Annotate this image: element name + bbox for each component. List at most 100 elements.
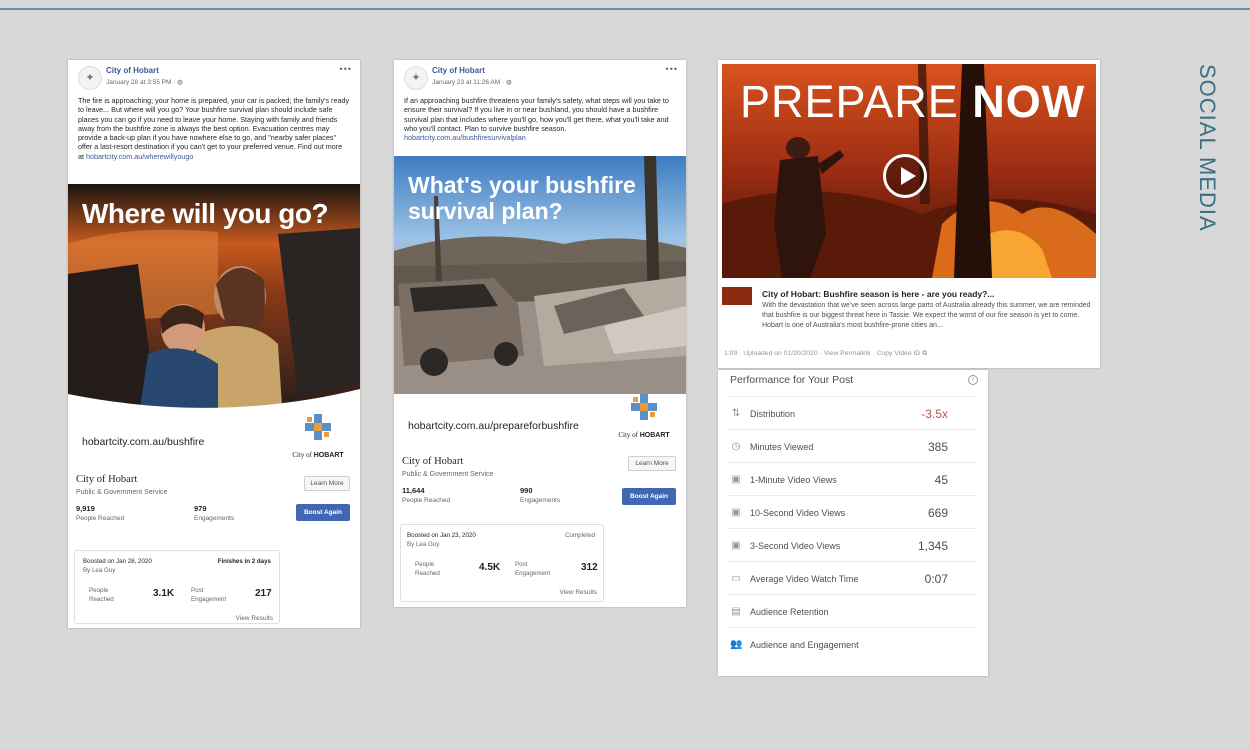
boost-again-button[interactable]: Boost Again [622, 488, 676, 505]
post-header: ✦ City of Hobart January 23 at 11:26 AM … [394, 60, 686, 96]
metric-row[interactable]: ▤ Audience Retention [728, 594, 976, 627]
boost-summary: Boosted on Jan 28, 2020 By Lea Guy Finis… [74, 550, 280, 624]
boost-summary: Boosted on Jan 23, 2020 By Lea Guy Compl… [400, 524, 604, 602]
video-player[interactable]: PREPARE NOW [722, 64, 1096, 278]
info-icon[interactable]: i [968, 375, 978, 385]
link-preview[interactable]: hobartcity.com.au/prepareforbushfire Cit… [394, 394, 686, 450]
image-headline: What's your bushfire survival plan? [408, 172, 636, 224]
performance-panel: Performance for Your Post i ⇅ Distributio… [718, 370, 988, 676]
post-engagement-value: 312 [581, 562, 598, 573]
video-small-thumbnail[interactable] [722, 287, 752, 305]
metric-row[interactable]: ▭ Average Video Watch Time 0:07 [728, 561, 976, 594]
boost-status: Completed [565, 532, 595, 539]
page-name[interactable]: City of Hobart [402, 456, 463, 467]
post-text: If an approaching bushfire threatens you… [404, 96, 669, 143]
hobart-logo: City of HOBART [286, 414, 350, 462]
page-category: Public & Government Service [76, 489, 168, 496]
more-options-icon[interactable]: ••• [666, 64, 678, 74]
page-category: Public & Government Service [402, 471, 494, 478]
audience-icon: 👥 [730, 639, 743, 650]
more-options-icon[interactable]: ••• [340, 64, 352, 74]
view-results-link[interactable]: View Results [560, 589, 597, 596]
post-text: The fire is approaching; your home is pr… [78, 96, 350, 161]
metric-value: 385 [927, 440, 948, 454]
post-stats: 11,644 People Reached 990 Engagements Bo… [394, 482, 686, 512]
engagements-label: Engagements [194, 515, 235, 522]
page-name-link[interactable]: City of Hobart [432, 66, 485, 75]
metric-value: 45 [934, 473, 948, 487]
watch-time-icon: ▭ [731, 573, 741, 584]
metric-row[interactable]: ▣ 3-Second Video Views 1,345 [728, 528, 976, 561]
engagements-value: 990 [520, 486, 533, 495]
page-name-link[interactable]: City of Hobart [106, 66, 159, 75]
link-preview[interactable]: hobartcity.com.au/bushfire City of HOBAR… [68, 414, 360, 472]
hobart-logo: City of HOBART [612, 394, 676, 442]
slide-title: SOCIAL MEDIA [1195, 64, 1220, 232]
people-reached-label: People Reached [76, 515, 125, 522]
video-meta: 1:09 · Uploaded on 01/20/2020 · View Per… [724, 350, 927, 357]
post-label: Post [191, 587, 204, 594]
post-date: January 28 at 3:55 PM · ◍ [106, 79, 183, 86]
learn-more-button[interactable]: Learn More [304, 476, 350, 491]
metric-label: Audience and Engagement [750, 640, 859, 650]
page-name[interactable]: City of Hobart [76, 474, 137, 485]
view-results-link[interactable]: View Results [236, 615, 273, 622]
video-title[interactable]: City of Hobart: Bushfire season is here … [762, 289, 994, 299]
distribution-icon: ⇅ [731, 408, 741, 419]
metric-label: Audience Retention [750, 607, 829, 617]
people-label: People [415, 561, 435, 568]
metric-label: Average Video Watch Time [750, 574, 859, 584]
link-url[interactable]: hobartcity.com.au/bushfire [82, 436, 204, 448]
video-icon: ▣ [731, 540, 741, 551]
engagement-label: Engagement [191, 596, 227, 603]
hobart-logo-text: City of HOBART [292, 451, 344, 459]
metric-label: Minutes Viewed [750, 442, 814, 452]
post-text-link[interactable]: hobartcity.com.au/wherewillyougo [86, 152, 193, 161]
boosted-by: By Lea Guy [407, 541, 440, 548]
people-reached-value: 9,919 [76, 504, 95, 513]
video-headline-now: NOW [972, 76, 1086, 127]
page-avatar[interactable]: ✦ [404, 66, 428, 90]
globe-icon: ◍ [505, 79, 512, 86]
video-post-card: PREPARE NOW City of Hobart: Bushfire sea… [718, 60, 1100, 368]
metric-value: 0:07 [924, 572, 948, 586]
retention-icon: ▤ [731, 606, 741, 617]
learn-more-button[interactable]: Learn More [628, 456, 676, 471]
boosted-date: Boosted on Jan 28, 2020 [83, 558, 152, 565]
video-icon: ▣ [731, 474, 741, 485]
post-stats: 9,919 People Reached 979 Engagements Boo… [68, 502, 360, 532]
page-avatar[interactable]: ✦ [78, 66, 102, 90]
copy-icon[interactable]: ⧉ [922, 350, 927, 357]
people-reached-label: People Reached [402, 497, 451, 504]
page-info-row: City of Hobart Public & Government Servi… [394, 450, 686, 482]
image-headline: Where will you go? [82, 198, 329, 229]
image-headline-line-2: survival plan? [408, 198, 563, 224]
post-card-where-will-you-go: ✦ City of Hobart January 28 at 3:55 PM ·… [68, 60, 360, 628]
boost-again-button[interactable]: Boost Again [296, 504, 350, 521]
boosted-date: Boosted on Jan 23, 2020 [407, 532, 476, 539]
metric-label: Distribution [750, 409, 796, 419]
metric-row[interactable]: ▣ 1-Minute Video Views 45 [728, 462, 976, 495]
metric-value: 669 [927, 506, 948, 520]
post-image[interactable]: What's your bushfire survival plan? [394, 156, 686, 394]
people-reached-boost-value: 4.5K [479, 562, 501, 573]
link-url[interactable]: hobartcity.com.au/prepareforbushfire [408, 420, 579, 432]
reached-label: Reached [415, 570, 440, 577]
post-text-link[interactable]: hobartcity.com.au/bushfiresurvivalplan [404, 133, 526, 142]
performance-title: Performance for Your Post [730, 374, 854, 386]
metric-label: 3-Second Video Views [750, 541, 841, 551]
post-image[interactable]: Where will you go? [68, 184, 360, 422]
reached-label: Reached [89, 596, 114, 603]
metric-row[interactable]: ◷ Minutes Viewed 385 [728, 429, 976, 462]
metric-value: -3.5x [921, 407, 948, 421]
metric-row[interactable]: ▣ 10-Second Video Views 669 [728, 495, 976, 528]
hobart-logo-mark [305, 414, 331, 440]
post-label: Post [515, 561, 528, 568]
metric-row[interactable]: 👥 Audience and Engagement [728, 627, 976, 660]
page-info-row: City of Hobart Public & Government Servi… [68, 472, 360, 502]
video-headline-prepare: PREPARE [740, 76, 959, 127]
image-headline-line-1: What's your bushfire [408, 172, 636, 198]
engagements-value: 979 [194, 504, 207, 513]
metric-row[interactable]: ⇅ Distribution -3.5x [728, 396, 976, 429]
play-button-icon[interactable] [883, 154, 927, 198]
